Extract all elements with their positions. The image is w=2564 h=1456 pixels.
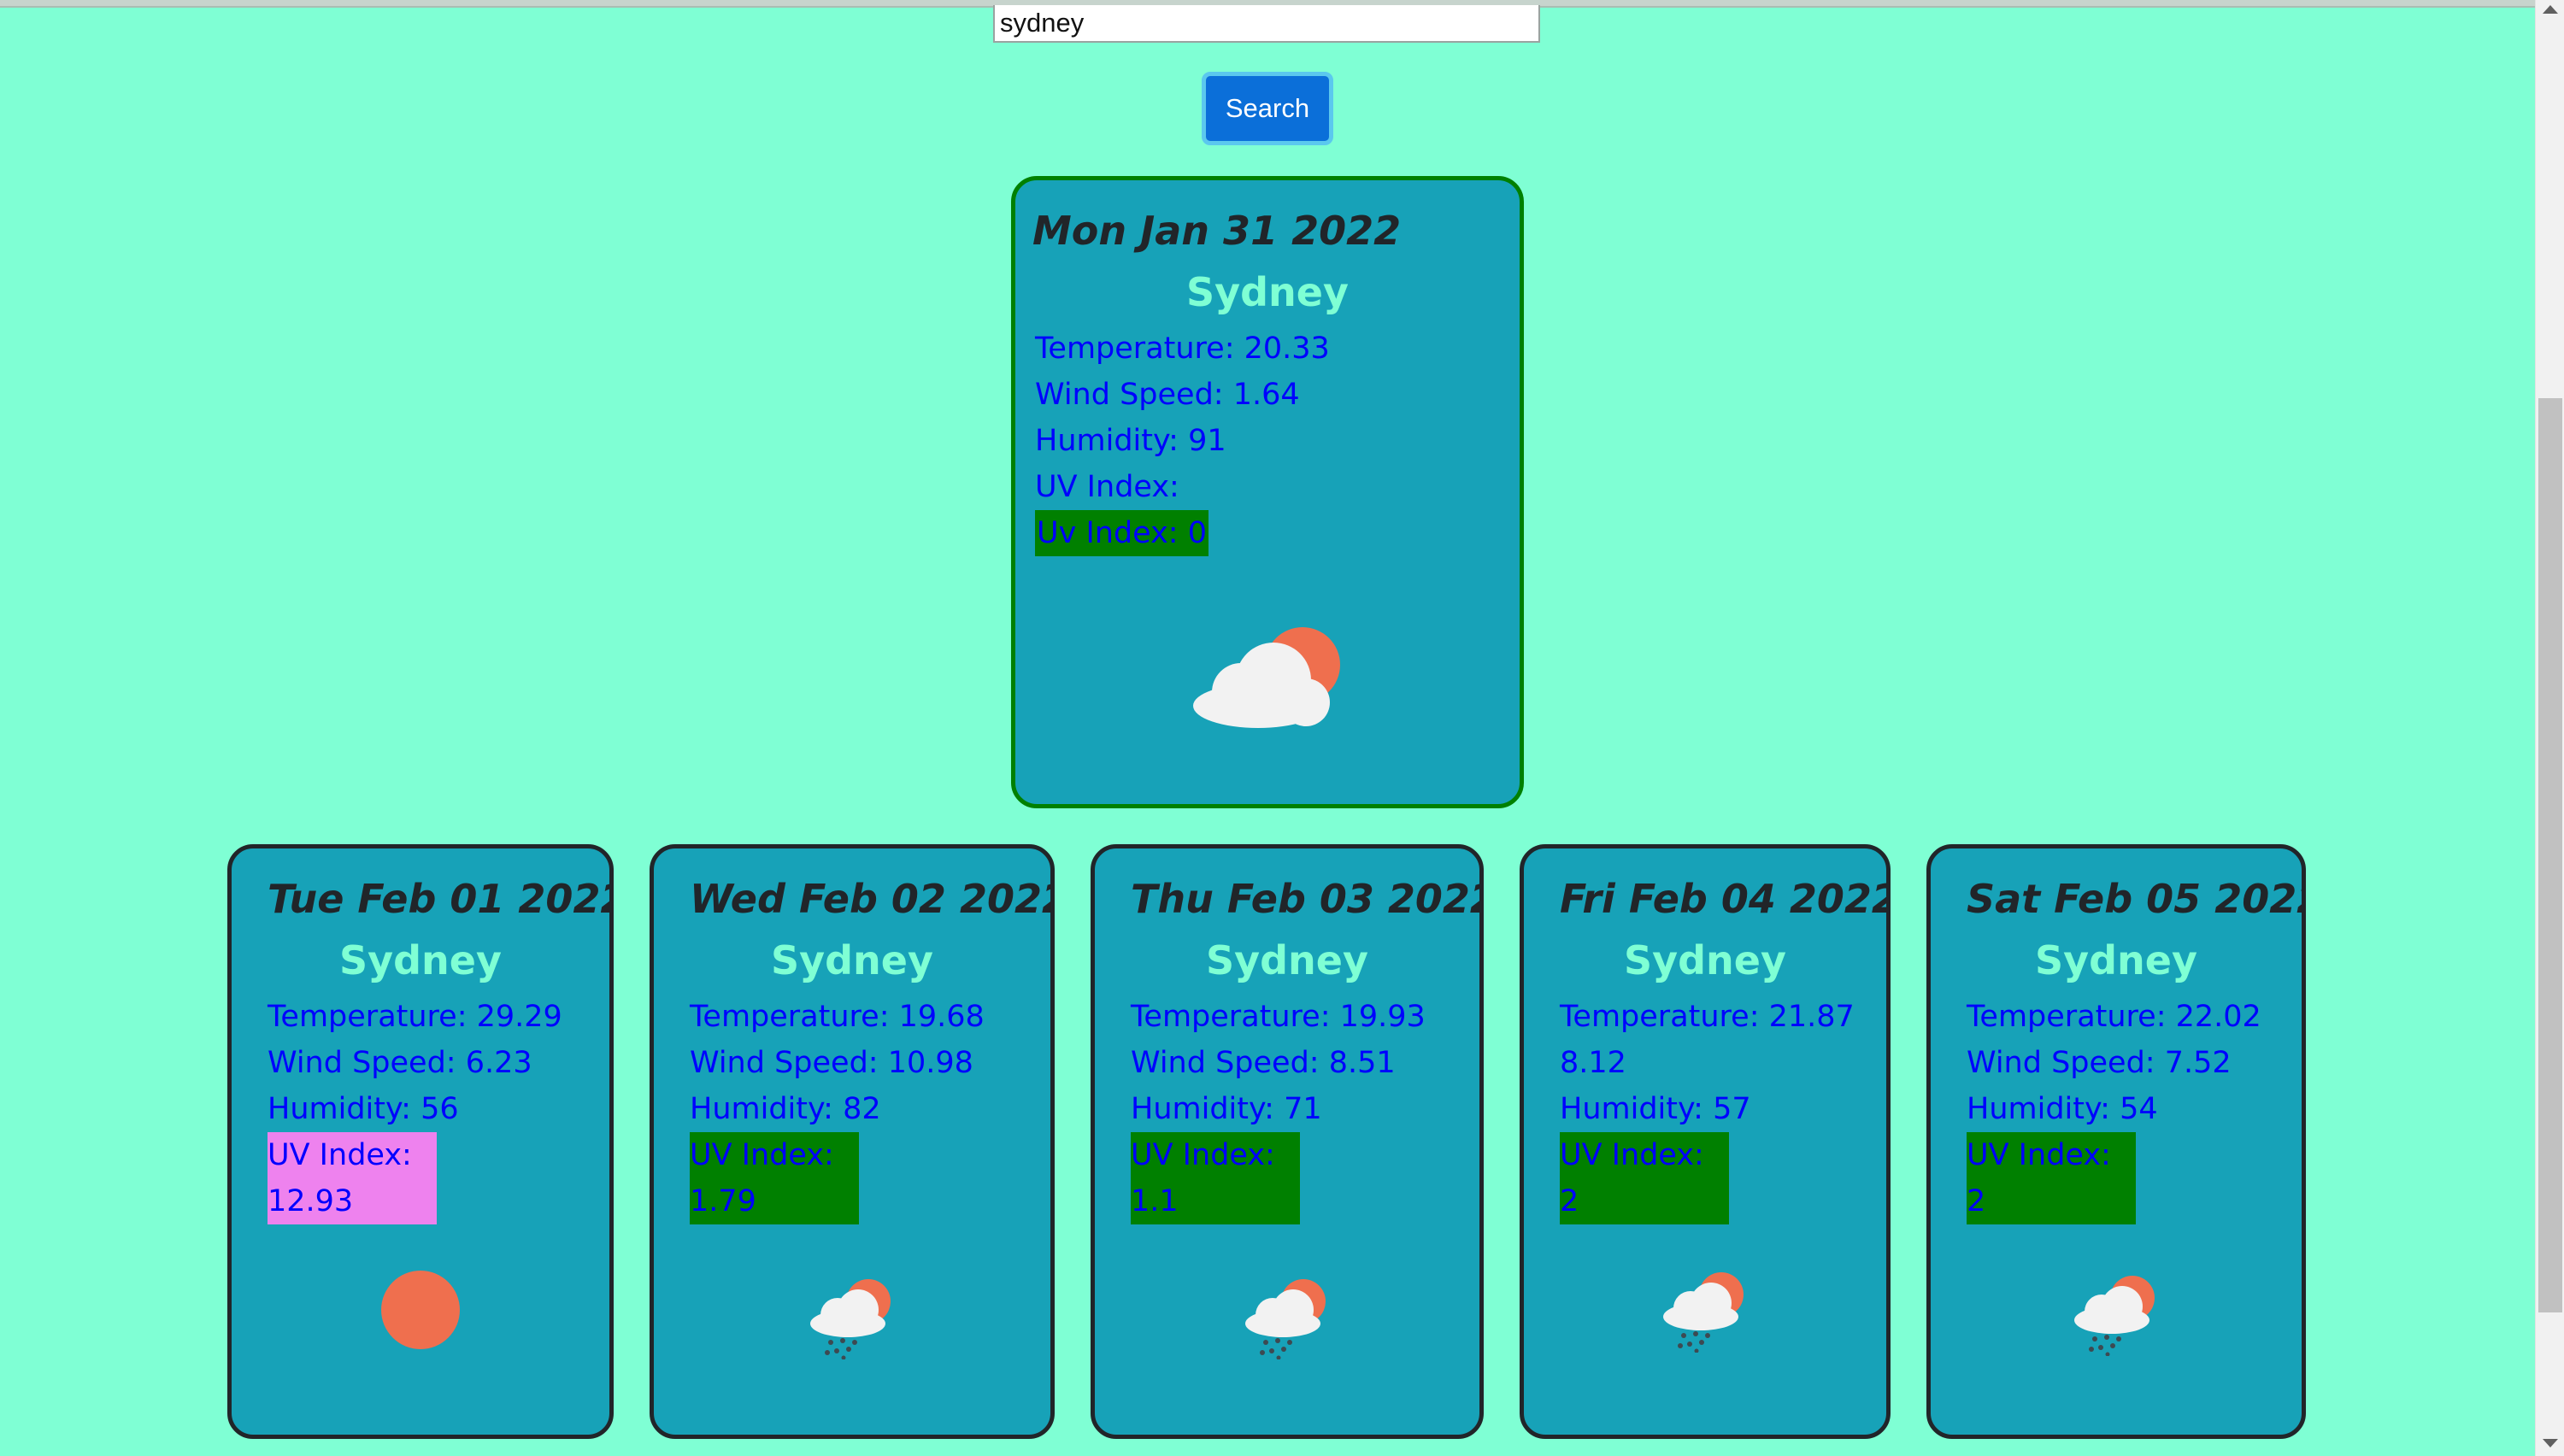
scrollbar-thumb[interactable]	[2538, 398, 2562, 1312]
card-city: Sydney	[771, 937, 933, 983]
humidity-text: Humidity: 54	[1967, 1092, 2158, 1126]
humidity-text: Humidity: 82	[690, 1092, 881, 1126]
uv-index-badge: UV Index: 1.79	[690, 1132, 859, 1224]
humidity-text: Humidity: 91	[1035, 424, 1226, 458]
uv-index-label: UV Index:	[1560, 1138, 1704, 1172]
forecast-card: Tue Feb 01 2022 Sydney Temperature: 29.2…	[227, 844, 614, 1439]
card-date: Fri Feb 04 2022	[1560, 876, 1891, 922]
forecast-card: Thu Feb 03 2022 Sydney Temperature: 19.9…	[1091, 844, 1484, 1439]
card-city: Sydney	[1206, 937, 1368, 983]
card-city: Sydney	[1624, 937, 1786, 983]
uv-index-label: UV Index:	[1131, 1138, 1275, 1172]
uv-index-label: UV Index:	[1967, 1138, 2111, 1172]
forecast-card: Fri Feb 04 2022 Sydney Temperature: 21.8…	[1520, 844, 1891, 1439]
partly-cloudy-day-icon	[1186, 620, 1349, 735]
card-stats: Temperature: 21.87 8.12 Humidity: 57 UV …	[1560, 994, 1855, 1224]
uv-index-label: UV Index:	[690, 1138, 834, 1172]
uv-index-badge: UV Index: 12.93	[268, 1132, 437, 1224]
uv-index-badge: UV Index: 2	[1967, 1132, 2136, 1224]
card-city: Sydney	[339, 937, 502, 983]
card-stats: Temperature: 20.33 Wind Speed: 1.64 Humi…	[1035, 326, 1330, 556]
temperature-text: Temperature: 22.02	[1967, 1000, 2261, 1034]
wind-speed-text: Wind Speed: 1.64	[1035, 378, 1300, 412]
card-city: Sydney	[1186, 269, 1349, 315]
humidity-text: Humidity: 71	[1131, 1092, 1322, 1126]
card-stats: Temperature: 22.02 Wind Speed: 7.52 Humi…	[1967, 994, 2261, 1224]
card-date: Thu Feb 03 2022	[1131, 876, 1484, 922]
uv-index-value: 12.93	[268, 1184, 354, 1218]
rain-cloud-sun-icon	[2069, 1271, 2163, 1359]
card-stats: Temperature: 19.93 Wind Speed: 8.51 Humi…	[1131, 994, 1426, 1224]
scroll-down-arrow-icon[interactable]	[2543, 1439, 2558, 1447]
forecast-card: Wed Feb 02 2022 Sydney Temperature: 19.6…	[650, 844, 1055, 1439]
rain-cloud-sun-icon	[1240, 1274, 1334, 1363]
wind-speed-text: Wind Speed: 7.52	[1967, 1046, 2232, 1080]
temperature-text: Temperature: 19.93	[1131, 1000, 1426, 1034]
uv-index-value: 2	[1560, 1184, 1579, 1218]
search-button[interactable]: Search	[1202, 72, 1333, 145]
card-stats: Temperature: 19.68 Wind Speed: 10.98 Hum…	[690, 994, 985, 1224]
uv-index-label: UV Index:	[268, 1138, 412, 1172]
forecast-card: Sat Feb 05 2022 Sydney Temperature: 22.0…	[1926, 844, 2306, 1439]
scroll-up-arrow-icon[interactable]	[2543, 5, 2558, 14]
card-stats: Temperature: 29.29 Wind Speed: 6.23 Humi…	[268, 994, 562, 1224]
temperature-text: Temperature: 19.68	[690, 1000, 985, 1034]
humidity-text: Humidity: 56	[268, 1092, 459, 1126]
wind-speed-text: Wind Speed: 8.51	[1131, 1046, 1396, 1080]
uv-index-value: 1.79	[690, 1184, 756, 1218]
city-search-input[interactable]	[993, 5, 1540, 43]
rain-cloud-sun-icon	[1658, 1267, 1752, 1356]
card-date: Sat Feb 05 2022	[1967, 876, 2306, 922]
sun-icon	[378, 1267, 463, 1356]
humidity-text: Humidity: 57	[1560, 1092, 1751, 1126]
current-weather-card: Mon Jan 31 2022 Sydney Temperature: 20.3…	[1011, 176, 1524, 808]
wind-speed-text: 8.12	[1560, 1046, 1626, 1080]
wind-speed-text: Wind Speed: 6.23	[268, 1046, 532, 1080]
temperature-text: Temperature: 20.33	[1035, 332, 1330, 366]
uv-index-badge: UV Index: 1.1	[1131, 1132, 1300, 1224]
rain-cloud-sun-icon	[805, 1274, 899, 1363]
uv-index-label: UV Index:	[1035, 470, 1179, 504]
uv-index-badge: UV Index: 2	[1560, 1132, 1729, 1224]
card-date: Mon Jan 31 2022	[1032, 208, 1402, 254]
temperature-text: Temperature: 29.29	[268, 1000, 562, 1034]
uv-index-value: 1.1	[1131, 1184, 1179, 1218]
card-city: Sydney	[2035, 937, 2197, 983]
uv-index-value: 2	[1967, 1184, 1986, 1218]
card-date: Tue Feb 01 2022	[268, 876, 614, 922]
uv-index-badge: Uv Index: 0	[1035, 510, 1208, 556]
temperature-text: Temperature: 21.87	[1560, 1000, 1855, 1034]
card-date: Wed Feb 02 2022	[690, 876, 1055, 922]
wind-speed-text: Wind Speed: 10.98	[690, 1046, 973, 1080]
scrollbar[interactable]	[2535, 0, 2564, 1456]
